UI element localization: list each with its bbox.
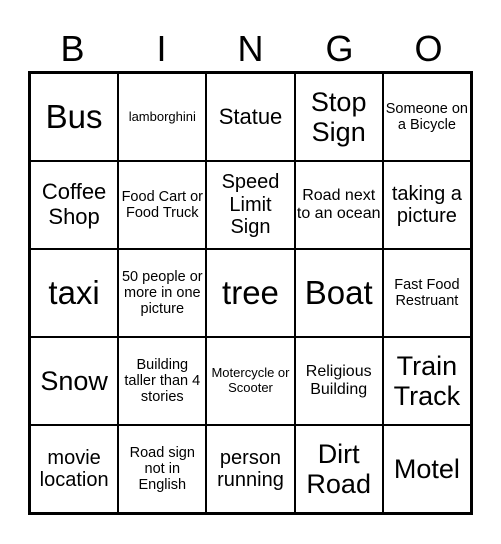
bingo-cell[interactable]: movie location	[30, 425, 119, 513]
bingo-cell-label: Coffee Shop	[41, 179, 107, 229]
bingo-cell[interactable]: Boat	[294, 249, 383, 337]
bingo-cell[interactable]: Road next to an ocean	[294, 161, 383, 249]
bingo-cell[interactable]: Statue	[206, 73, 295, 161]
bingo-cell[interactable]: tree	[206, 249, 295, 337]
bingo-cell[interactable]: Religious Building	[294, 337, 383, 425]
header-letter-o: O	[414, 28, 443, 69]
bingo-cell[interactable]: Speed Limit Sign	[206, 161, 295, 249]
bingo-header: B I N G O	[28, 28, 473, 70]
bingo-cell[interactable]: Building taller than 4 stories	[118, 337, 207, 425]
bingo-cell-label: Boat	[304, 273, 373, 311]
bingo-cell[interactable]: Coffee Shop	[30, 161, 119, 249]
bingo-grid: Bus lamborghini Statue Stop Sign Someone on …	[28, 71, 473, 515]
bingo-cell-label: movie location	[39, 446, 109, 491]
bingo-cell-label: Someone on a Bicycle	[385, 100, 468, 133]
bingo-cell-label: Train Track	[393, 350, 461, 411]
bingo-cell-label: Dirt Road	[306, 438, 371, 499]
bingo-cell[interactable]: 50 people or more in one picture	[118, 249, 207, 337]
bingo-cell[interactable]: Train Track	[382, 337, 471, 425]
bingo-cell[interactable]: Snow	[30, 337, 119, 425]
bingo-cell-label: Snow	[40, 365, 108, 396]
bingo-cell-label: Food Cart or Food Truck	[121, 188, 203, 221]
bingo-cell[interactable]: Fast Food Restruant	[382, 249, 471, 337]
bingo-cell-label: Religious Building	[305, 363, 372, 398]
bingo-cell-label: Motercycle or Scooter	[211, 365, 290, 395]
bingo-cell[interactable]: Food Cart or Food Truck	[118, 161, 207, 249]
bingo-cell[interactable]: Someone on a Bicycle	[382, 73, 471, 161]
bingo-cell-label: person running	[217, 446, 284, 491]
bingo-cell-label: Statue	[218, 103, 283, 129]
bingo-cell-label: 50 people or more in one picture	[121, 268, 203, 318]
bingo-cell-label: Road sign not in English	[129, 444, 195, 494]
bingo-cell-label: tree	[222, 273, 279, 311]
header-letter-b: B	[60, 28, 85, 69]
header-letter-g: G	[325, 28, 354, 69]
bingo-cell[interactable]: lamborghini	[118, 73, 207, 161]
bingo-cell[interactable]: person running	[206, 425, 295, 513]
header-letter-n: N	[237, 28, 264, 69]
bingo-cell[interactable]: Dirt Road	[294, 425, 383, 513]
bingo-cell[interactable]: taxi	[30, 249, 119, 337]
bingo-cell-label: Stop Sign	[310, 86, 367, 147]
bingo-cell[interactable]: Motercycle or Scooter	[206, 337, 295, 425]
bingo-cell[interactable]: Stop Sign	[294, 73, 383, 161]
bingo-cell-label: Road next to an ocean	[296, 187, 381, 222]
bingo-cell[interactable]: Road sign not in English	[118, 425, 207, 513]
bingo-cell-label: taking a picture	[391, 182, 462, 227]
bingo-cell-label: lamborghini	[128, 108, 196, 124]
bingo-cell[interactable]: Bus	[30, 73, 119, 161]
bingo-cell-label: Fast Food Restruant	[394, 276, 460, 309]
bingo-cell-label: Building taller than 4 stories	[124, 356, 201, 406]
bingo-cell-label: Bus	[45, 97, 103, 135]
bingo-cell-label: taxi	[48, 273, 100, 311]
bingo-cell-label: Speed Limit Sign	[221, 171, 280, 239]
bingo-cell-label: Motel	[393, 453, 460, 484]
header-letter-i: I	[156, 28, 167, 69]
bingo-cell[interactable]: taking a picture	[382, 161, 471, 249]
bingo-cell[interactable]: Motel	[382, 425, 471, 513]
